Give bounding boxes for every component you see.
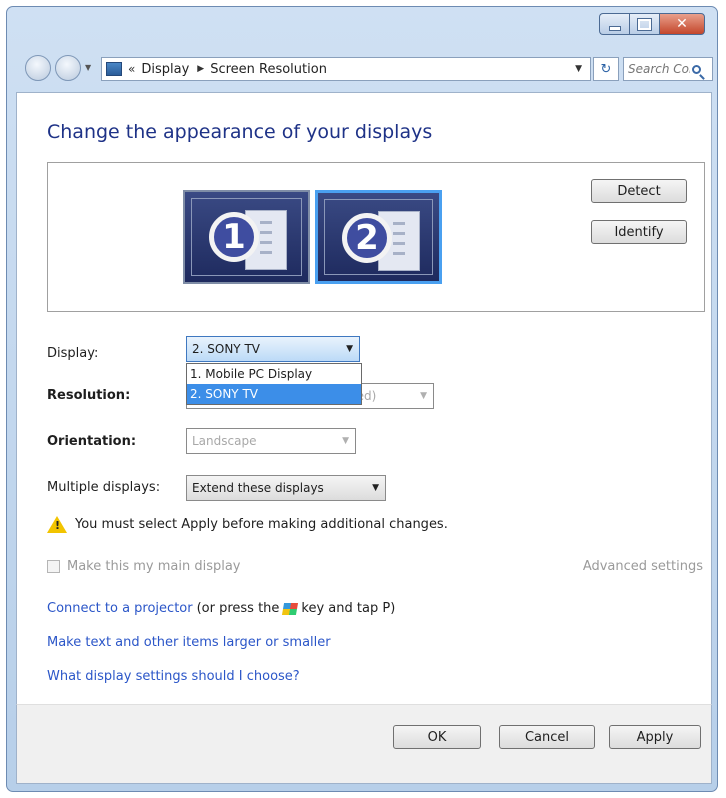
address-row: ▼ « Display ▶ Screen Resolution ▼ ↻ [17,51,713,87]
multiple-displays-select[interactable]: Extend these displays ▼ [186,475,386,501]
dialog-footer: OK Cancel Apply [16,704,712,784]
orientation-select-value: Landscape [192,434,257,448]
text-size-link[interactable]: Make text and other items larger or smal… [47,635,331,650]
detect-button[interactable]: Detect [591,179,687,203]
ok-button[interactable]: OK [393,725,481,749]
chevron-down-icon: ▼ [346,344,353,354]
projector-hint-pre: (or press the [196,601,280,616]
warning-text: You must select Apply before making addi… [75,517,448,532]
monitor-number-2: 2 [342,213,392,263]
breadcrumb-overflow[interactable]: « [128,62,135,76]
search-input[interactable] [624,62,690,76]
chevron-right-icon[interactable]: ▶ [197,64,204,74]
display-settings-help-link[interactable]: What display settings should I choose? [47,669,300,684]
orientation-label: Orientation: [47,434,137,449]
display-option-mobile-pc[interactable]: 1. Mobile PC Display [187,364,361,384]
chevron-down-icon: ▼ [372,483,379,493]
refresh-icon: ↻ [600,61,612,77]
orientation-select[interactable]: Landscape ▼ [186,428,356,454]
minimize-icon [608,25,621,31]
refresh-button[interactable]: ↻ [593,57,619,81]
cancel-button[interactable]: Cancel [499,725,595,749]
page-title: Change the appearance of your displays [47,121,433,143]
address-bar[interactable]: « Display ▶ Screen Resolution ▼ [101,57,591,81]
monitor-2[interactable]: 2 [315,190,442,284]
forward-button[interactable] [55,55,81,81]
multiple-displays-value: Extend these displays [192,481,324,495]
projector-row: Connect to a projector (or press the key… [47,601,395,616]
connect-projector-link[interactable]: Connect to a projector [47,601,193,616]
apply-button[interactable]: Apply [609,725,701,749]
chevron-down-icon: ▼ [420,391,427,401]
main-display-option: Make this my main display [47,559,241,574]
search-box [623,57,713,81]
identify-button[interactable]: Identify [591,220,687,244]
close-button[interactable]: ✕ [659,13,705,35]
display-dropdown-list: 1. Mobile PC Display 2. SONY TV [186,363,362,405]
main-display-label: Make this my main display [67,559,241,574]
display-label: Display: [47,346,99,361]
breadcrumb-screen-resolution[interactable]: Screen Resolution [210,62,327,77]
back-button[interactable] [25,55,51,81]
address-dropdown-icon[interactable]: ▼ [575,64,582,74]
warning-icon [47,516,67,533]
projector-hint-post: key and tap P) [301,601,396,616]
multiple-displays-label: Multiple displays: [47,480,161,495]
content-pane: Change the appearance of your displays 1… [16,92,712,704]
monitor-number-1: 1 [209,212,259,262]
windows-key-icon [282,602,299,615]
display-select-value: 2. SONY TV [192,342,260,356]
display-option-sony-tv[interactable]: 2. SONY TV [187,384,361,404]
maximize-button[interactable] [629,13,659,35]
resolution-label: Resolution: [47,388,131,403]
control-panel-icon [106,62,122,76]
monitor-1[interactable]: 1 [183,190,310,284]
window-controls: ✕ [599,13,705,35]
close-icon: ✕ [676,16,688,32]
main-display-checkbox[interactable] [47,560,60,573]
recent-pages-dropdown[interactable]: ▼ [85,63,91,72]
maximize-icon [637,17,652,31]
display-select[interactable]: 2. SONY TV ▼ [186,336,360,362]
apply-warning: You must select Apply before making addi… [47,516,448,533]
search-icon[interactable] [692,64,701,74]
minimize-button[interactable] [599,13,629,35]
chevron-down-icon: ▼ [342,436,349,446]
breadcrumb-display[interactable]: Display [141,62,189,77]
advanced-settings-link[interactable]: Advanced settings [583,559,703,574]
